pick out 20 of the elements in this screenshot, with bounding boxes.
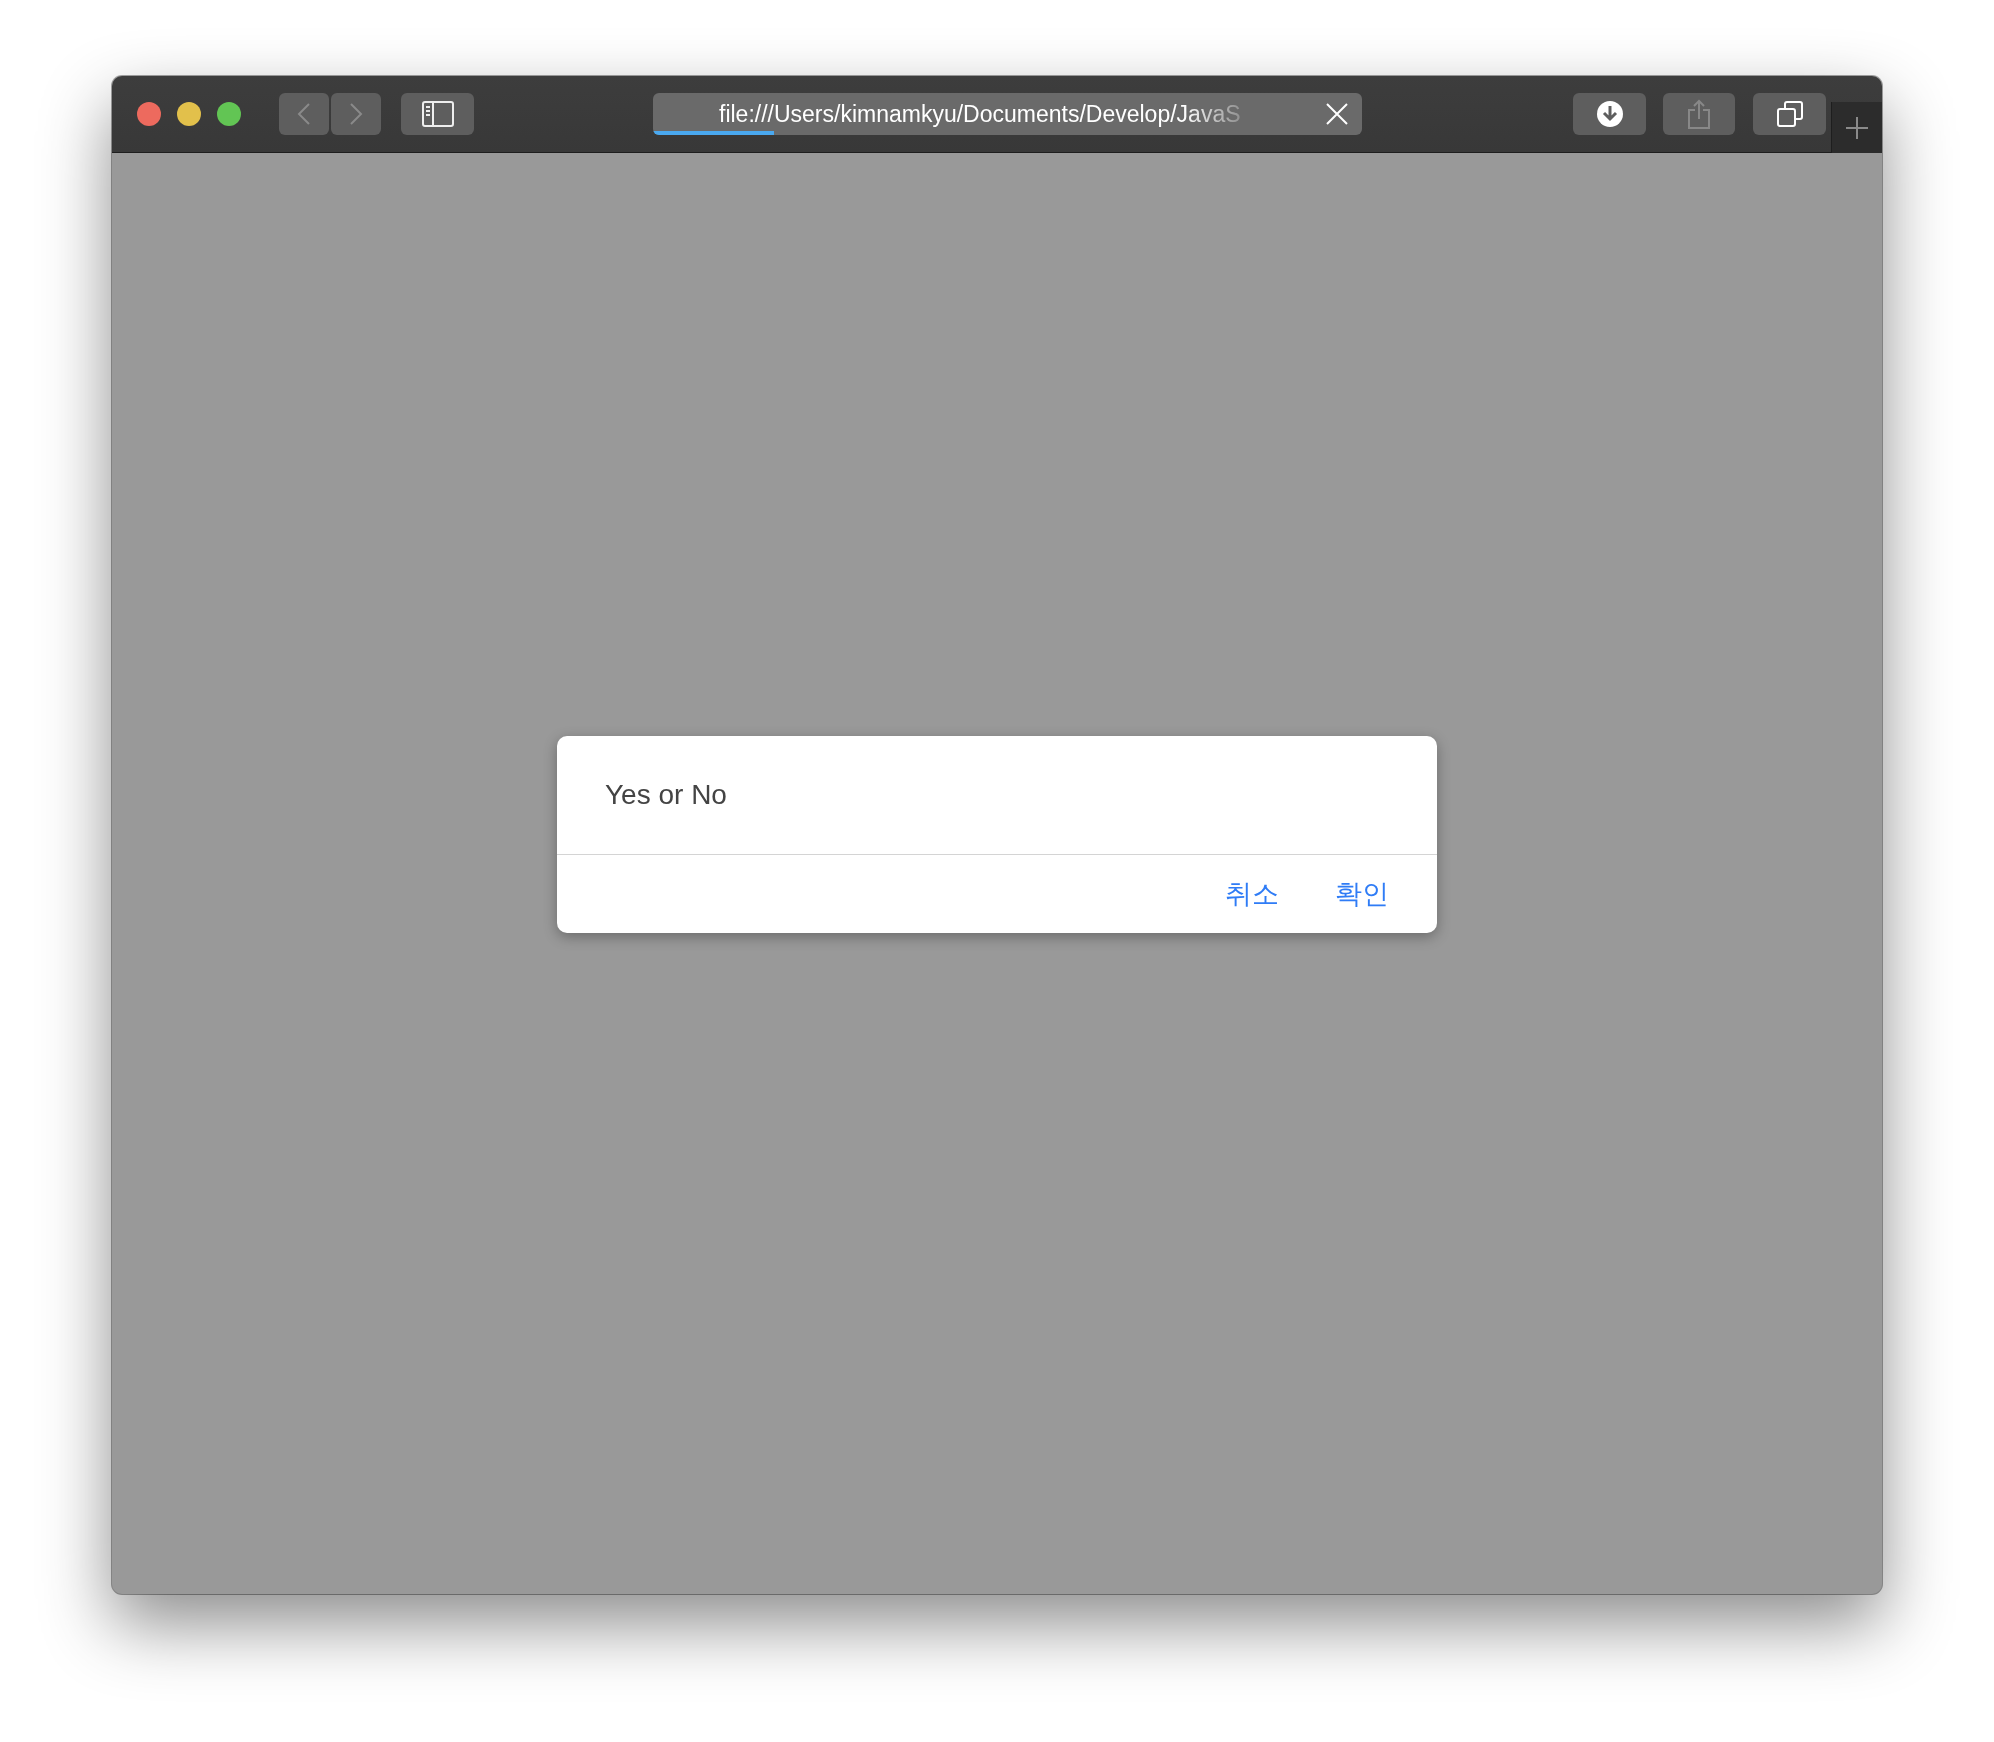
download-button[interactable] [1573,93,1646,135]
close-icon[interactable] [1326,103,1348,125]
tabs-button[interactable] [1753,93,1826,135]
chevron-left-icon [297,102,311,126]
sidebar-icon [421,101,454,127]
plus-icon [1846,116,1868,139]
sidebar-button[interactable] [401,93,474,135]
window-control[interactable] [177,102,201,126]
download-icon [1595,100,1624,128]
window-control[interactable] [137,102,161,126]
share-icon [1687,99,1711,129]
dialog-button[interactable]: 확인 [1329,872,1395,916]
tabs-icon [1776,101,1803,127]
chevron-right-icon [349,102,363,126]
window-control[interactable] [217,102,241,126]
address-bar[interactable]: file:///Users/kimnamkyu/Documents/Develop/JavaS [653,93,1362,135]
dialog-message: Yes or No [605,779,727,811]
url-text: file:///Users/kimnamkyu/Documents/Develop/JavaS [719,100,1241,128]
dialog-button[interactable]: 취소 [1219,872,1285,916]
new-tab-button[interactable] [1831,102,1882,153]
